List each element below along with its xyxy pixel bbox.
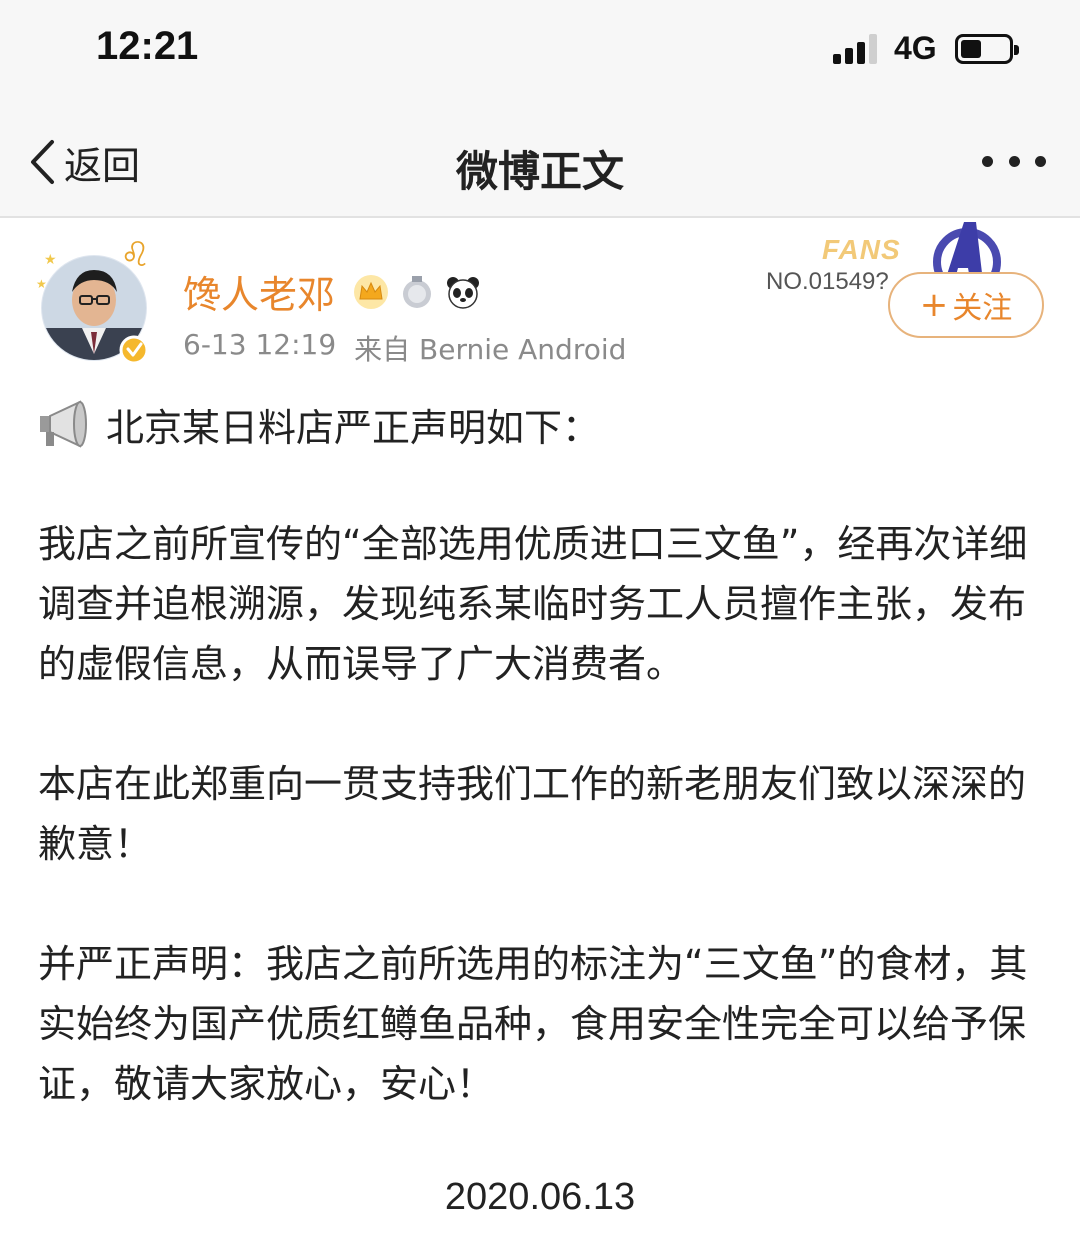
fans-word: FANS (822, 234, 901, 265)
avatar[interactable]: ♌ ★ ★ (36, 236, 156, 366)
post-date: 2020.06.13 (444, 1176, 636, 1218)
network-label: 4G (894, 30, 937, 66)
post-paragraph: 本店在此郑重向一贯支持我们工作的新老朋友们致以深深的歉意！ (38, 762, 1027, 866)
crown-icon (354, 274, 389, 309)
post-timestamp: 6-13 12:19 (183, 328, 337, 361)
plus-icon: + (919, 285, 949, 325)
fans-number: NO.01549? (766, 268, 889, 295)
megaphone-icon (40, 400, 87, 448)
more-dots-icon[interactable] (982, 156, 1046, 168)
post-meta: 6-13 12:19 来自 Bernie Android (183, 328, 626, 368)
svg-text:★: ★ (44, 252, 57, 268)
svg-text:♌: ♌ (120, 236, 150, 275)
follow-label: 关注 (952, 291, 1013, 326)
post-paragraph: 我店之前所宣传的“全部选用优质进口三文鱼”，经再次详细调查并追根溯源，发现纯系某… (38, 522, 1028, 686)
post-paragraph: 并严正声明：我店之前所选用的标注为“三文鱼”的食材，其实始终为国产优质红鳟鱼品种… (38, 942, 1028, 1106)
post-source: 来自 Bernie Android (354, 333, 627, 366)
nav-bar: 返回 微博正文 (0, 100, 1080, 218)
headline-row: 北京某日料店严正声明如下： (36, 396, 600, 452)
post-headline: 北京某日料店严正声明如下： (106, 405, 601, 450)
author-row: 馋人老邓 (183, 264, 481, 319)
panda-icon (447, 276, 480, 309)
verified-icon (119, 335, 149, 365)
author-name[interactable]: 馋人老邓 (183, 264, 335, 319)
page-title: 微博正文 (455, 147, 624, 196)
follow-button[interactable]: + 关注 (888, 272, 1044, 338)
status-time: 12:21 (96, 24, 199, 68)
signal-icon (833, 34, 883, 64)
svg-text:★: ★ (36, 277, 47, 291)
medal-icon (403, 275, 432, 308)
status-bar: 12:21 4G (0, 0, 1080, 100)
battery-icon (955, 34, 1019, 64)
